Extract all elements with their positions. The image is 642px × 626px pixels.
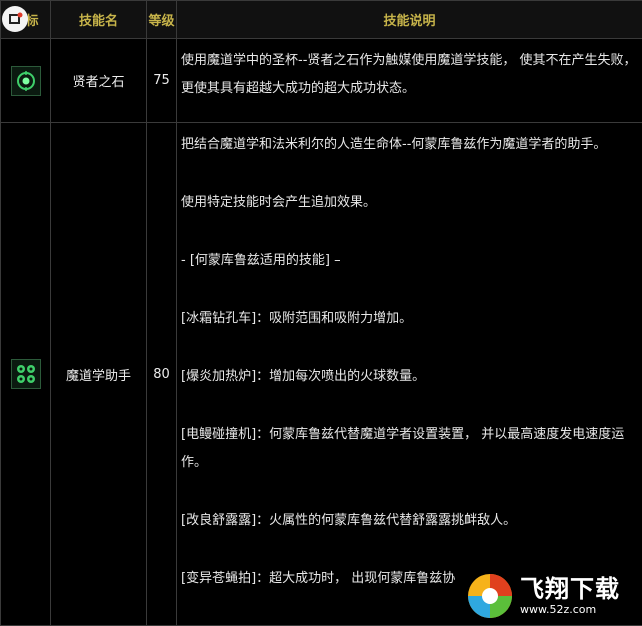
description-line: [冰霜钻孔车]：吸附范围和吸附力增加。 — [181, 305, 642, 333]
header-description: 技能说明 — [177, 1, 642, 39]
skill-level: 75 — [147, 39, 177, 123]
skills-table: 图标 技能名 等级 技能说明 贤者之石 75 使用魔道学中的圣杯--贤者之石作为… — [0, 0, 642, 626]
watermark-title: 飞翔下载 — [520, 577, 620, 601]
watermark-logo-icon — [466, 572, 514, 620]
brand-logo-icon — [2, 6, 28, 32]
skill-name: 魔道学助手 — [51, 123, 147, 626]
skill-description: 使用魔道学中的圣杯--贤者之石作为触媒使用魔道学技能， 使其不在产生失败， 更使… — [177, 39, 642, 123]
skill-icon-cell — [1, 123, 51, 626]
description-line: - [何蒙库鲁兹适用的技能] – — [181, 247, 642, 275]
table-header-row: 图标 技能名 等级 技能说明 — [1, 1, 642, 39]
description-line: 把结合魔道学和法米利尔的人造生命体--何蒙库鲁兹作为魔道学者的助手。 — [181, 131, 642, 159]
skill-level: 80 — [147, 123, 177, 626]
description-line: [爆炎加热炉]：增加每次喷出的火球数量。 — [181, 363, 642, 391]
watermark: 飞翔下载 www.52z.com — [466, 567, 642, 624]
gem-icon — [11, 66, 41, 96]
skill-icon-cell — [1, 39, 51, 123]
description-line: 使用特定技能时会产生追加效果。 — [181, 189, 642, 217]
homunculus-icon — [11, 359, 41, 389]
header-name: 技能名 — [51, 1, 147, 39]
description-line: [改良舒露露]：火属性的何蒙库鲁兹代替舒露露挑衅敌人。 — [181, 507, 642, 535]
table-row: 魔道学助手 80 把结合魔道学和法米利尔的人造生命体--何蒙库鲁兹作为魔道学者的… — [1, 123, 642, 626]
header-level: 等级 — [147, 1, 177, 39]
table-row: 贤者之石 75 使用魔道学中的圣杯--贤者之石作为触媒使用魔道学技能， 使其不在… — [1, 39, 642, 123]
watermark-url: www.52z.com — [520, 604, 620, 615]
description-line: [电鳗碰撞机]：何蒙库鲁兹代替魔道学者设置装置， 并以最高速度发电速度运作。 — [181, 421, 642, 477]
skill-name: 贤者之石 — [51, 39, 147, 123]
skill-description: 把结合魔道学和法米利尔的人造生命体--何蒙库鲁兹作为魔道学者的助手。 使用特定技… — [177, 123, 642, 626]
description-line: 使用魔道学中的圣杯--贤者之石作为触媒使用魔道学技能， 使其不在产生失败， 更使… — [181, 47, 642, 103]
